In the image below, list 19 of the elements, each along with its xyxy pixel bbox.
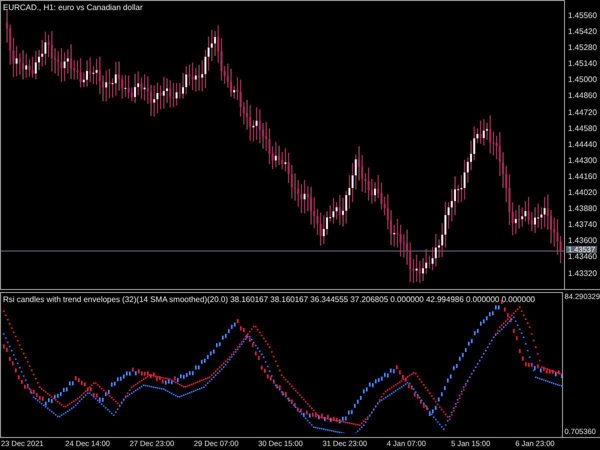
indicator-title: Rsi candles with trend envelopes (32)(14 SMA smoothed)(20.0) 38.160167 38.160167 36.344555 37.206805 0.000000 42.994986 0.000000 0.000000 (3, 295, 535, 304)
price-label: 1.44580 (567, 124, 598, 133)
price-label: 1.45560 (567, 12, 598, 20)
chart-title: EURCAD., H1: euro vs Canadian dollar (3, 3, 143, 12)
price-label: 1.43320 (567, 270, 598, 278)
price-label: 1.43880 (567, 205, 598, 214)
price-label: 1.45420 (567, 28, 598, 36)
price-label: 1.44720 (567, 108, 598, 117)
price-label: 1.44160 (567, 172, 598, 181)
price-label: 1.43460 (567, 253, 598, 262)
price-label: 1.44300 (567, 156, 598, 165)
price-label: 1.45280 (567, 44, 598, 52)
price-label: 1.43600 (567, 237, 598, 246)
price-label: 1.45000 (567, 76, 598, 84)
price-label: 1.44440 (567, 140, 598, 149)
price-label: 1.45140 (567, 60, 598, 68)
price-label: 1.43740 (567, 221, 598, 230)
price-label: 1.44860 (567, 92, 598, 100)
price-label: 1.44020 (567, 189, 598, 198)
